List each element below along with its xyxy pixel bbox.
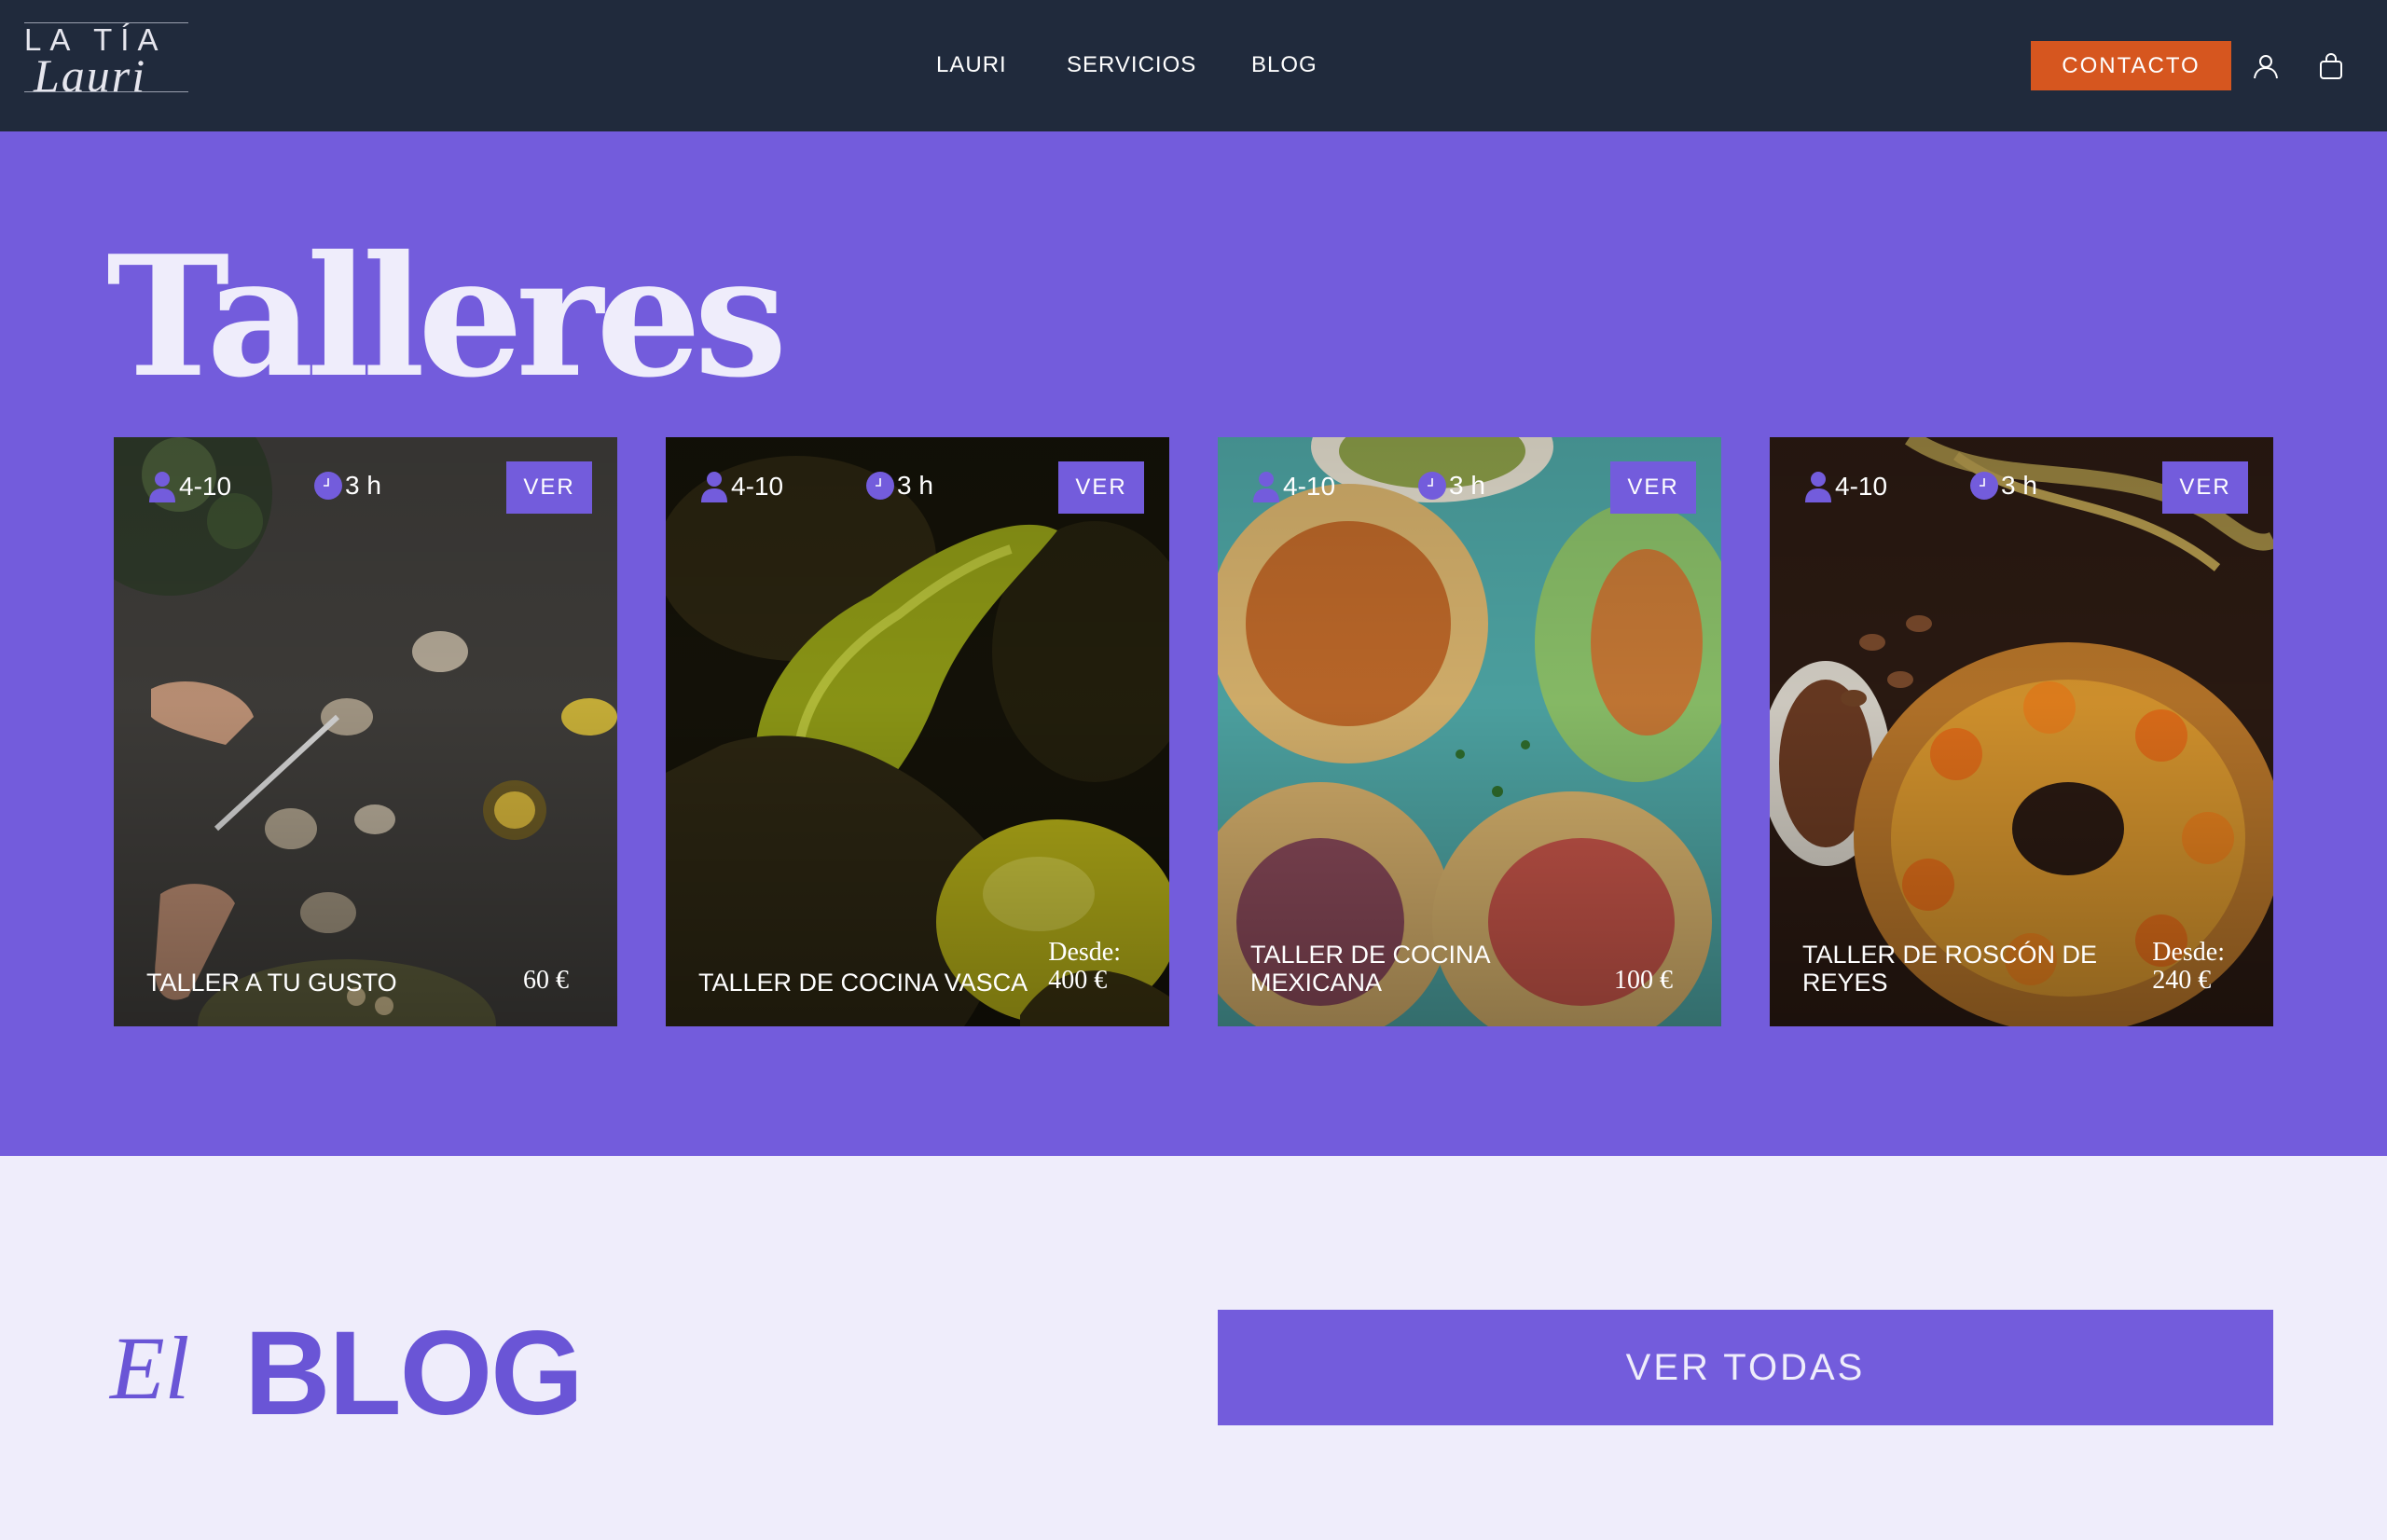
contact-button[interactable]: CONTACTO (2031, 41, 2231, 90)
site-header: LA TÍA Lauri LAURI SERVICIOS BLOG CONTAC… (0, 0, 2387, 131)
duration-meta: 3 h (865, 471, 933, 501)
people-meta: 4-10 (147, 471, 231, 502)
person-icon (149, 472, 175, 502)
people-meta: 4-10 (1251, 471, 1335, 502)
workshop-title: TALLER A TU GUSTO (146, 969, 397, 997)
duration: 3 h (2001, 471, 2037, 500)
logo-rule-bottom (24, 91, 188, 92)
price-value: 400 € (1048, 966, 1108, 995)
ver-todas-button[interactable]: VER TODAS (1218, 1310, 2273, 1425)
people-meta: 4-10 (1803, 471, 1887, 502)
ver-button[interactable]: VER (1610, 461, 1696, 514)
price-value: 240 € (2152, 966, 2212, 995)
person-icon (701, 472, 727, 502)
workshop-card[interactable]: 4-10 3 h VER TALLER DE ROSCÓN DE REYES D… (1770, 437, 2273, 1026)
person-icon (1253, 472, 1279, 502)
duration: 3 h (345, 471, 381, 500)
main-nav: LAURI SERVICIOS BLOG (0, 52, 2387, 80)
workshop-card[interactable]: 4-10 3 h VER TALLER DE COCINA VASCA Desd… (666, 437, 1169, 1026)
people-count: 4-10 (1283, 472, 1336, 501)
duration: 3 h (1449, 471, 1485, 500)
cart-icon[interactable] (2316, 51, 2346, 81)
blog-section: El BLOG VER TODAS (0, 1156, 2387, 1540)
card-overlay (114, 437, 617, 1026)
blog-title: BLOG (244, 1307, 584, 1440)
duration: 3 h (897, 471, 933, 500)
ver-button[interactable]: VER (2162, 461, 2248, 514)
ver-button[interactable]: VER (1058, 461, 1144, 514)
person-icon (1805, 472, 1831, 502)
workshop-card[interactable]: 4-10 3 h VER TALLER A TU GUSTO 60 € (114, 437, 617, 1026)
price-prefix: Desde: (1048, 938, 1121, 967)
duration-meta: 3 h (1417, 471, 1485, 501)
workshop-title: TALLER DE ROSCÓN DE REYES (1802, 941, 2098, 997)
workshop-price: 60 € (523, 967, 569, 995)
people-count: 4-10 (1835, 472, 1888, 501)
workshop-price: Desde: 240 € (2152, 939, 2225, 995)
workshop-title: TALLER DE COCINA MEXICANA (1250, 941, 1490, 997)
nav-item-servicios[interactable]: SERVICIOS (1067, 52, 1196, 78)
workshop-card[interactable]: 4-10 3 h VER TALLER DE COCINA MEXICANA 1… (1218, 437, 1721, 1026)
workshop-price: Desde: 400 € (1048, 939, 1121, 995)
card-overlay (1218, 437, 1721, 1026)
clock-icon (1418, 472, 1446, 500)
clock-icon (314, 472, 342, 500)
price-value: 60 € (523, 966, 569, 995)
workshop-price: 100 € (1614, 967, 1673, 995)
price-prefix: Desde: (2152, 938, 2225, 967)
section-title: Talleres (106, 219, 787, 414)
price-value: 100 € (1614, 966, 1673, 995)
duration-meta: 3 h (313, 471, 381, 501)
people-count: 4-10 (731, 472, 784, 501)
blog-script-word: El (110, 1318, 190, 1418)
people-count: 4-10 (179, 472, 232, 501)
clock-icon (1970, 472, 1998, 500)
clock-icon (866, 472, 894, 500)
talleres-section: Talleres 4-10 3 h VER TALLER A TU GUSTO … (0, 131, 2387, 1156)
duration-meta: 3 h (1969, 471, 2037, 501)
nav-item-blog[interactable]: BLOG (1251, 52, 1318, 78)
nav-item-lauri[interactable]: LAURI (936, 52, 1007, 78)
people-meta: 4-10 (699, 471, 783, 502)
account-icon[interactable] (2251, 51, 2281, 81)
ver-button[interactable]: VER (506, 461, 592, 514)
workshop-title: TALLER DE COCINA VASCA (698, 969, 1028, 997)
